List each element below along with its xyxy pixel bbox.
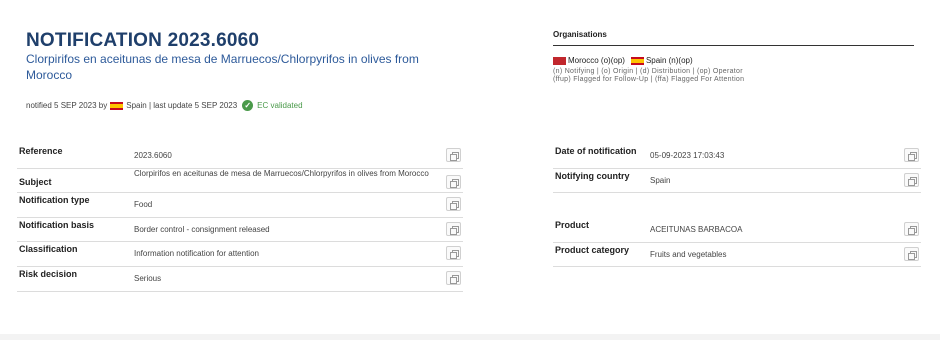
organisations-panel: Organisations Morocco (o)(op) Spain (n)(… xyxy=(553,30,914,84)
details-right-table-notification: Date of notification 05-09-2023 17:03:43… xyxy=(553,144,921,194)
detail-row-date-of-notification: Date of notification 05-09-2023 17:03:43 xyxy=(553,144,921,169)
notified-date: notified 5 SEP 2023 by xyxy=(26,101,108,110)
detail-label: Notification type xyxy=(19,195,90,206)
notification-meta: notified 5 SEP 2023 by Spain | last upda… xyxy=(26,100,303,111)
detail-value: Serious xyxy=(134,273,162,283)
detail-row-subject: Subject Clorpirifos en aceitunas de mesa… xyxy=(17,169,463,194)
check-circle-icon: ✓ xyxy=(242,100,254,111)
detail-label: Subject xyxy=(19,176,52,187)
last-update: | last update 5 SEP 2023 xyxy=(148,101,238,110)
morocco-flag-icon xyxy=(553,56,566,65)
organisations-list: Morocco (o)(op) Spain (n)(op) xyxy=(553,56,914,65)
org-roles: (n)(op) xyxy=(668,56,693,65)
org-country: Morocco xyxy=(568,56,599,65)
detail-value: Border control - consignment released xyxy=(134,224,270,234)
detail-label: Product xyxy=(555,220,590,230)
detail-label: Notification basis xyxy=(19,219,95,230)
copy-icon[interactable] xyxy=(904,222,919,236)
detail-row-classification: Classification Information notification … xyxy=(17,242,463,267)
copy-icon[interactable] xyxy=(446,221,461,236)
detail-row-notification-basis: Notification basis Border control - cons… xyxy=(17,218,463,243)
detail-label: Notifying country xyxy=(555,170,630,181)
detail-value: Clorpirifos en aceitunas de mesa de Marr… xyxy=(134,168,429,178)
detail-value: 05-09-2023 17:03:43 xyxy=(650,151,725,160)
detail-row-risk-decision: Risk decision Serious xyxy=(17,267,463,292)
organisations-title: Organisations xyxy=(553,30,914,46)
validated-label: EC validated xyxy=(257,101,303,110)
detail-row-notifying-country: Notifying country Spain xyxy=(553,169,921,194)
copy-icon[interactable] xyxy=(904,172,919,187)
detail-value: ACEITUNAS BARBACOA xyxy=(650,225,743,234)
organisations-legend: (n) Notifying | (o) Origin | (d) Distrib… xyxy=(553,68,745,83)
detail-label: Risk decision xyxy=(19,268,78,279)
copy-icon[interactable] xyxy=(904,148,919,162)
spain-flag-icon xyxy=(630,56,644,65)
copy-icon[interactable] xyxy=(446,174,461,189)
details-left-table: Reference 2023.6060 Subject Clorpirifos … xyxy=(17,144,463,292)
org-country: Spain xyxy=(645,56,667,65)
detail-value: Information notification for attention xyxy=(134,249,259,259)
details-right-table-product: Product ACEITUNAS BARBACOA Product categ… xyxy=(553,218,921,268)
ec-validated-badge: ✓ EC validated xyxy=(242,100,303,111)
copy-icon[interactable] xyxy=(904,246,919,261)
detail-value: Fruits and vegetables xyxy=(650,249,727,259)
detail-row-product-category: Product category Fruits and vegetables xyxy=(553,243,921,268)
copy-icon[interactable] xyxy=(446,270,461,285)
copy-icon[interactable] xyxy=(446,197,461,212)
page-title: NOTIFICATION 2023.6060 xyxy=(26,30,260,51)
notification-subject: Clorpirifos en aceitunas de mesa de Marr… xyxy=(26,52,419,82)
detail-label: Date of notification xyxy=(555,146,637,156)
org-roles: (o)(op) xyxy=(600,56,625,65)
notified-country: Spain xyxy=(126,101,147,110)
detail-value: Food xyxy=(134,200,153,210)
page-footer-divider xyxy=(0,334,940,340)
detail-row-reference: Reference 2023.6060 xyxy=(17,144,463,169)
spain-flag-icon xyxy=(110,101,124,110)
copy-icon[interactable] xyxy=(446,148,461,162)
detail-label: Product category xyxy=(555,244,630,255)
detail-value: Spain xyxy=(650,175,671,185)
detail-value: 2023.6060 xyxy=(134,151,172,160)
detail-row-notification-type: Notification type Food xyxy=(17,193,463,218)
copy-icon[interactable] xyxy=(446,246,461,261)
detail-row-product: Product ACEITUNAS BARBACOA xyxy=(553,218,921,243)
detail-label: Classification xyxy=(19,244,78,255)
detail-label: Reference xyxy=(19,146,63,156)
